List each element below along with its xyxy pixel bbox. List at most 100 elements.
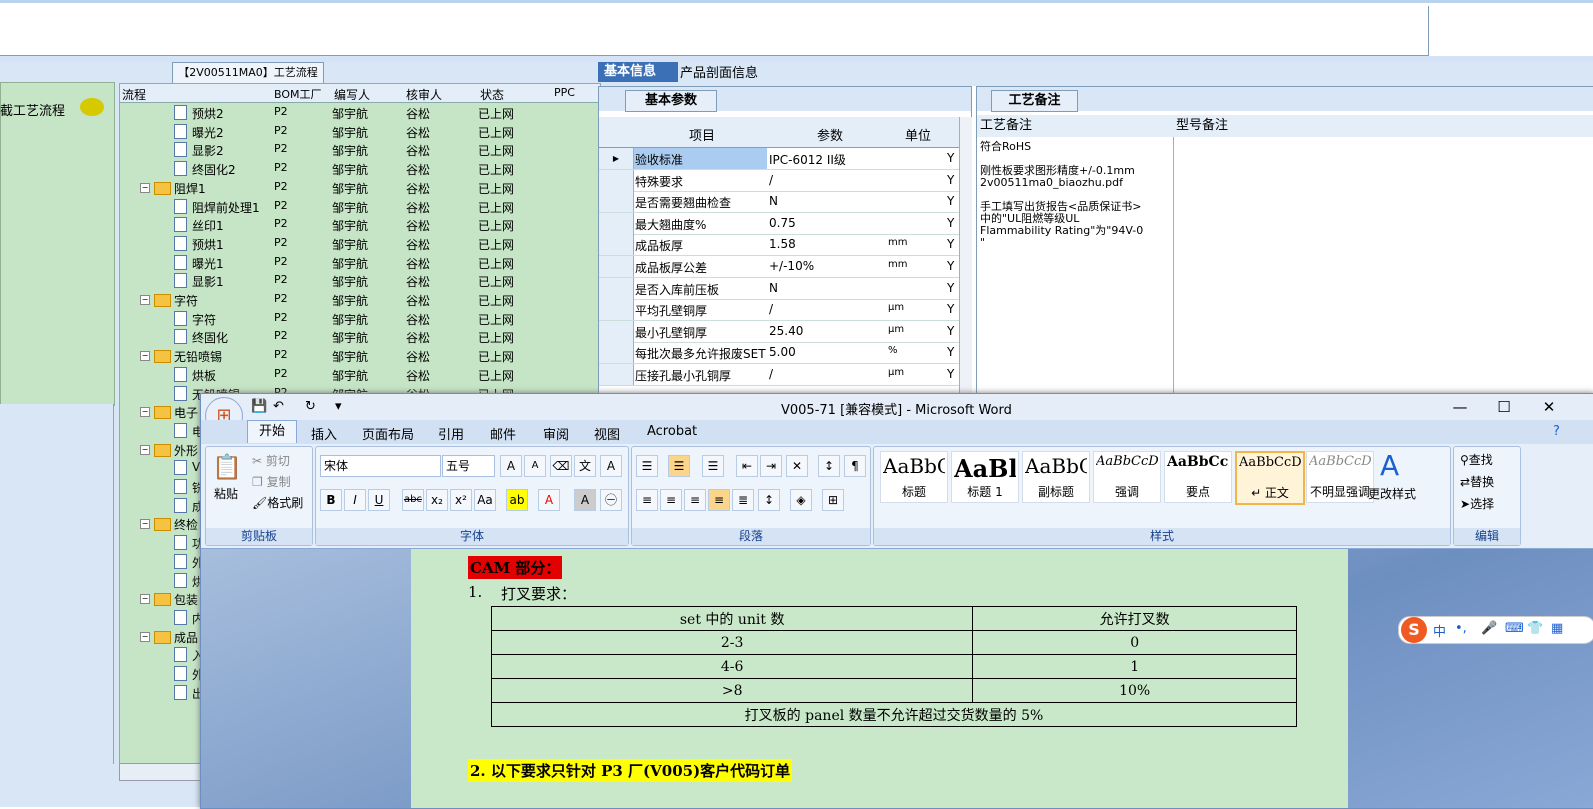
tree-row[interactable]: 阻焊前处理1 P2 邹宇航 谷松 已上网 [120,197,600,216]
params-row[interactable]: 是否需要翘曲检查 N Y [599,191,959,214]
collapse-icon[interactable]: − [140,444,150,455]
chinese-layout-icon[interactable]: ✕ [786,455,808,477]
param-flag[interactable]: Y [947,367,954,381]
process-notes-text[interactable]: 符合RoHS 刚性板要求图形精度+/-0.1mm 2v00511ma0_biao… [980,141,1155,249]
sort-icon[interactable]: ↕ [818,455,840,477]
param-value[interactable]: N [769,194,778,208]
param-flag[interactable]: Y [947,281,954,295]
tab-process-notes[interactable]: 工艺备注 [991,90,1078,112]
col-item[interactable]: 项目 [689,125,715,144]
help-icon[interactable]: ? [1553,424,1560,439]
param-value[interactable]: 5.00 [769,345,796,359]
tree-row[interactable]: 终固化 P2 邹宇航 谷松 已上网 [120,327,600,346]
tree-row[interactable]: 终固化2 P2 邹宇航 谷松 已上网 [120,159,600,178]
param-flag[interactable]: Y [947,324,954,338]
tree-row[interactable]: 显影2 P2 邹宇航 谷松 已上网 [120,140,600,159]
row-header[interactable] [599,212,634,234]
table-cell[interactable]: 4-6 [490,654,974,679]
top-input-area[interactable] [0,6,1429,56]
redo-icon[interactable]: ↻ [305,399,316,414]
params-row[interactable]: 成品板厚 1.58 mm Y [599,234,959,257]
document-page[interactable]: CAM 部分： 1. 打叉要求： set 中的 unit 数允许打叉数 2-3 0 4… [411,549,1348,808]
workflow-label[interactable]: 截工艺流程 [0,100,65,119]
cross-out-table[interactable]: set 中的 unit 数允许打叉数 2-3 0 4-6 1 >8 10% 打叉板的 pan… [490,606,1297,727]
param-value[interactable]: 0.75 [769,216,796,230]
undo-icon[interactable]: ↶ [273,399,284,414]
line-spacing-icon[interactable]: ↕ [758,489,780,511]
justify-icon[interactable]: ≡ [708,489,730,511]
align-left-icon[interactable]: ≡ [636,489,658,511]
tree-row[interactable]: 丝印1 P2 邹宇航 谷松 已上网 [120,215,600,234]
strikethrough-icon[interactable]: abc [402,489,424,511]
tree-row[interactable]: − 无铅喷锡 P2 邹宇航 谷松 已上网 [120,346,600,365]
tree-row[interactable]: 字符 P2 邹宇航 谷松 已上网 [120,309,600,328]
format-painter-button[interactable]: 🖌格式刷 [252,494,303,511]
param-flag[interactable]: Y [947,151,954,165]
minimize-icon[interactable]: — [1445,396,1475,418]
row-header[interactable] [599,320,634,342]
bold-icon[interactable]: B [320,489,342,511]
style-2[interactable]: AaBl 标题 1 [951,451,1019,503]
shrink-font-icon[interactable]: A [524,455,546,477]
param-flag[interactable]: Y [947,173,954,187]
align-right-icon[interactable]: ≡ [684,489,706,511]
shading-icon[interactable]: ◈ [790,489,812,511]
font-color-icon[interactable]: A [538,489,560,511]
maximize-icon[interactable]: ☐ [1489,396,1519,418]
numbering-icon[interactable]: ☰ [668,455,690,477]
col-writer[interactable]: 编写人 [334,86,370,103]
row-header[interactable] [599,342,634,364]
tree-row[interactable]: 预烘1 P2 邹宇航 谷松 已上网 [120,234,600,253]
table-cell[interactable]: 2-3 [490,630,974,655]
params-row[interactable]: 是否入库前压板 N Y [599,277,959,300]
tree-row[interactable]: − 阻焊1 P2 邹宇航 谷松 已上网 [120,178,600,197]
change-styles-icon[interactable]: A [1380,449,1399,482]
collapse-icon[interactable]: − [140,182,150,193]
params-row[interactable]: 最小孔壁铜厚 25.40 μm Y [599,320,959,343]
tree-row[interactable]: 曝光2 P2 邹宇航 谷松 已上网 [120,122,600,141]
table-cell[interactable]: 10% [972,678,1297,703]
param-value[interactable]: / [769,367,773,381]
param-unit[interactable]: % [888,345,898,356]
toolbox-icon[interactable]: ▦ [1551,621,1563,636]
tab-mailings[interactable]: 邮件 [490,424,516,443]
mic-icon[interactable]: 🎤 [1481,621,1497,636]
style-7[interactable]: AaBbCcDc 不明显强调 [1306,451,1374,503]
col-value[interactable]: 参数 [817,125,843,144]
params-row[interactable]: 平均孔壁铜厚 / μm Y [599,299,959,322]
find-button[interactable]: ⚲查找 [1460,451,1493,468]
params-row[interactable]: 成品板厚公差 +/-10% mm Y [599,256,959,278]
param-flag[interactable]: Y [947,345,954,359]
tree-row[interactable]: 曝光1 P2 邹宇航 谷松 已上网 [120,253,600,272]
tab-references[interactable]: 引用 [438,424,464,443]
tab-acrobat[interactable]: Acrobat [647,424,697,439]
font-size-select[interactable]: 五号 [442,455,495,477]
bullets-icon[interactable]: ☰ [636,455,658,477]
param-value[interactable]: 1.58 [769,237,796,251]
param-flag[interactable]: Y [947,302,954,316]
cam-heading[interactable]: CAM 部分： [468,556,563,579]
change-case-icon[interactable]: Aa [474,489,496,511]
highlight-icon[interactable]: ab [506,489,528,511]
params-row[interactable]: ▶ 验收标准 IPC-6012 II级 Y [599,148,959,170]
table-cell[interactable]: >8 [490,678,974,703]
param-value[interactable]: IPC-6012 II级 [769,151,846,168]
multilevel-list-icon[interactable]: ☰ [702,455,724,477]
char-border-icon[interactable]: A [600,455,622,477]
params-row[interactable]: 特殊要求 / Y [599,169,959,192]
row-header[interactable] [599,299,634,321]
borders-icon[interactable]: ⊞ [822,489,844,511]
col-ppc[interactable]: PPC [554,86,575,99]
copy-button[interactable]: ❐ 复制 [252,473,291,490]
param-value[interactable]: 25.40 [769,324,803,338]
style-3[interactable]: AaBbC 副标题 [1022,451,1090,503]
tab-page-layout[interactable]: 页面布局 [362,424,414,443]
tree-row[interactable]: 预烘2 P2 邹宇航 谷松 已上网 [120,103,600,122]
clear-format-icon[interactable]: ⌫ [550,455,572,477]
table-cell[interactable]: 1 [972,654,1297,679]
tree-hscrollbar[interactable] [119,763,201,781]
param-value[interactable]: / [769,173,773,187]
customize-qat-icon[interactable]: ▾ [335,399,342,414]
skin-icon[interactable]: 👕 [1527,621,1543,636]
enclose-char-icon[interactable]: ㊀ [600,489,622,511]
